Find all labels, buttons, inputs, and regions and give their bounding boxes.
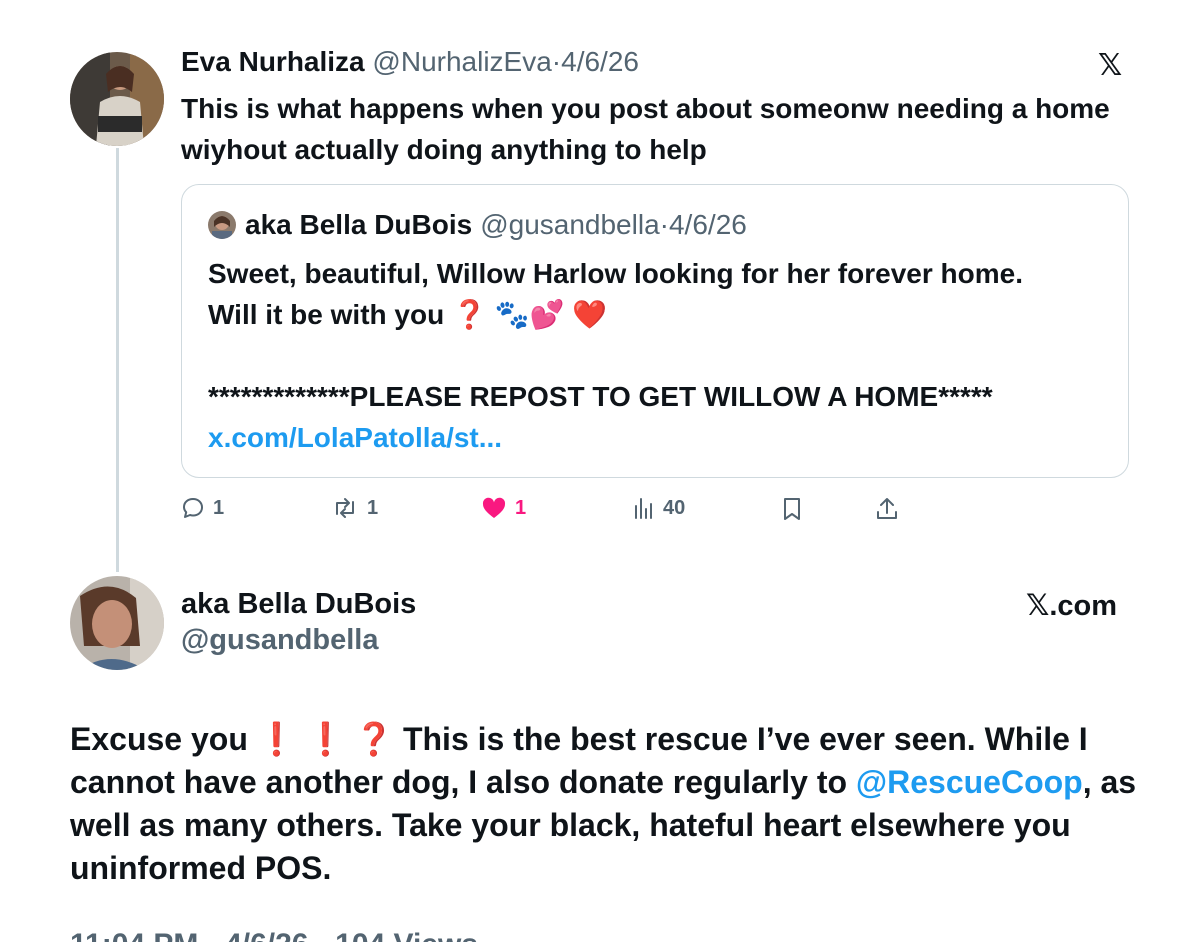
quoted-tweet-card[interactable]: aka Bella DuBois @gusandbella · 4/6/26 Swe… — [181, 184, 1129, 478]
emoji-group: ❗ ❗ ❓ — [256, 721, 395, 757]
quote-header: aka Bella DuBois @gusandbella · 4/6/26 — [208, 209, 747, 241]
tweet-text-part: Excuse you — [70, 721, 248, 757]
share-icon — [877, 498, 897, 519]
like-button[interactable]: 1 — [481, 496, 526, 520]
source-label: 𝕏.com — [1026, 590, 1118, 622]
views-icon — [635, 498, 652, 519]
like-count: 1 — [515, 496, 527, 519]
quote-line: Will it be with you ❓ 🐾💕 ❤️ — [208, 294, 1108, 335]
reply-button[interactable]: 1 — [181, 496, 224, 520]
bookmark-icon — [784, 498, 800, 520]
separator-dot: · — [659, 209, 669, 240]
avatar[interactable] — [70, 52, 164, 146]
quote-avatar — [208, 211, 236, 239]
tweet-date[interactable]: 4/6/26 — [561, 46, 639, 77]
heart-icon — [482, 497, 506, 518]
quote-author-handle: @gusandbella — [480, 209, 660, 240]
mention-link[interactable]: @RescueCoop — [856, 764, 1083, 800]
repost-icon — [336, 498, 354, 518]
repost-button[interactable]: 1 — [331, 496, 378, 520]
tweet-text: This is what happens when you post about… — [181, 93, 1110, 165]
quote-link[interactable]: x.com/LolaPatolla/st... — [208, 417, 1108, 458]
avatar[interactable] — [70, 576, 164, 670]
emoji-text: ❓ 🐾💕 ❤️ — [451, 299, 607, 330]
reply-count: 1 — [213, 496, 225, 519]
tweet-actions: 1 1 1 40 — [181, 496, 911, 526]
quote-line: *************PLEASE REPOST TO GET WILLOW… — [208, 381, 993, 412]
quote-date: 4/6/26 — [668, 209, 747, 240]
author-name[interactable]: Eva Nurhaliza — [181, 46, 365, 77]
quote-text: Sweet, beautiful, Willow Harlow looking … — [208, 253, 1108, 458]
views-button[interactable]: 40 — [633, 496, 685, 520]
author-name[interactable]: aka Bella DuBois — [181, 588, 416, 621]
thread-connector-line — [116, 148, 119, 572]
quote-author-name: aka Bella DuBois — [245, 209, 473, 240]
separator-dot: · — [551, 46, 562, 77]
reply-icon — [183, 498, 203, 518]
share-button[interactable] — [875, 496, 907, 522]
quote-line-text: Will it be with you — [208, 299, 445, 330]
author-handle[interactable]: @NurhalizEva — [372, 46, 551, 77]
emoji-group: ❓ 🐾💕 ❤️ — [444, 299, 607, 330]
author-handle[interactable]: @gusandbella — [181, 624, 378, 657]
tweet-header: Eva Nurhaliza @NurhalizEva·4/6/26 — [181, 46, 639, 78]
repost-count: 1 — [367, 496, 379, 519]
tweet-text: Excuse you ❗ ❗ ❓ This is the best rescue… — [70, 718, 1160, 890]
bookmark-button[interactable] — [781, 496, 811, 522]
x-logo-icon: 𝕏 — [1098, 49, 1123, 82]
tweet-timestamp-footer: 11:04 PM · 4/6/26 · 104 Views — [70, 928, 478, 942]
quote-line: Sweet, beautiful, Willow Harlow looking … — [208, 258, 1023, 289]
views-count: 40 — [663, 496, 686, 519]
